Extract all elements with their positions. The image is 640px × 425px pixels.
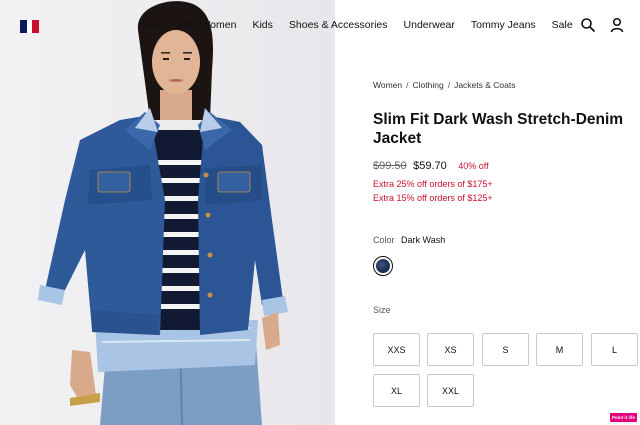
nav-item-sale[interactable]: Sale [552,19,573,31]
color-label: Color [373,235,395,245]
nav-item-shoes-accessories[interactable]: Shoes & Accessories [289,19,388,31]
breadcrumb-item-women[interactable]: Women [373,80,402,90]
product-image[interactable] [0,0,335,425]
color-row: Color Dark Wash [373,235,445,245]
size-option-m[interactable]: M [536,333,583,366]
breadcrumb-separator: / [447,80,451,90]
discount-badge: 40% off [458,161,489,171]
price-row: $99.50 $59.70 40% off [373,156,489,174]
corner-badge[interactable]: Point it life [610,413,637,422]
color-value: Dark Wash [401,235,446,245]
size-option-xxl[interactable]: XXL [427,374,474,407]
search-icon[interactable] [580,17,596,33]
color-swatch-dark-wash[interactable] [373,256,393,276]
breadcrumb-item-clothing[interactable]: Clothing [413,80,444,90]
original-price: $99.50 [373,160,407,172]
brand-logo[interactable] [20,20,39,33]
breadcrumb-item-jackets-coats[interactable]: Jackets & Coats [454,80,515,90]
nav-item-women[interactable]: Women [200,19,236,31]
size-option-xs[interactable]: XS [427,333,474,366]
size-option-s[interactable]: S [482,333,529,366]
user-icon[interactable] [609,17,625,33]
breadcrumb-separator: / [406,80,409,90]
promo-message: Extra 25% off orders of $175+ [373,179,493,189]
nav-item-kids[interactable]: Kids [252,19,272,31]
nav-item-tommy-jeans[interactable]: Tommy Jeans [471,19,536,31]
nav-item-underwear[interactable]: Underwear [404,19,455,31]
product-title: Slim Fit Dark Wash Stretch-Denim Jacket [373,111,624,147]
model-illustration [38,1,288,425]
breadcrumb: Women / Clothing / Jackets & Coats [373,80,516,90]
sale-price: $59.70 [413,160,447,172]
size-option-xxs[interactable]: XXS [373,333,420,366]
site-header: New Men Women Kids Shoes & Accessories U… [0,0,640,52]
size-option-xl[interactable]: XL [373,374,420,407]
swatch-fill [376,259,390,273]
promo-message: Extra 15% off orders of $125+ [373,193,493,203]
nav-item-men[interactable]: Men [178,19,198,31]
main-nav: New Men Women Kids Shoes & Accessories U… [140,19,573,31]
nav-item-new[interactable]: New [140,19,161,31]
size-option-l[interactable]: L [591,333,638,366]
size-label: Size [373,305,391,315]
